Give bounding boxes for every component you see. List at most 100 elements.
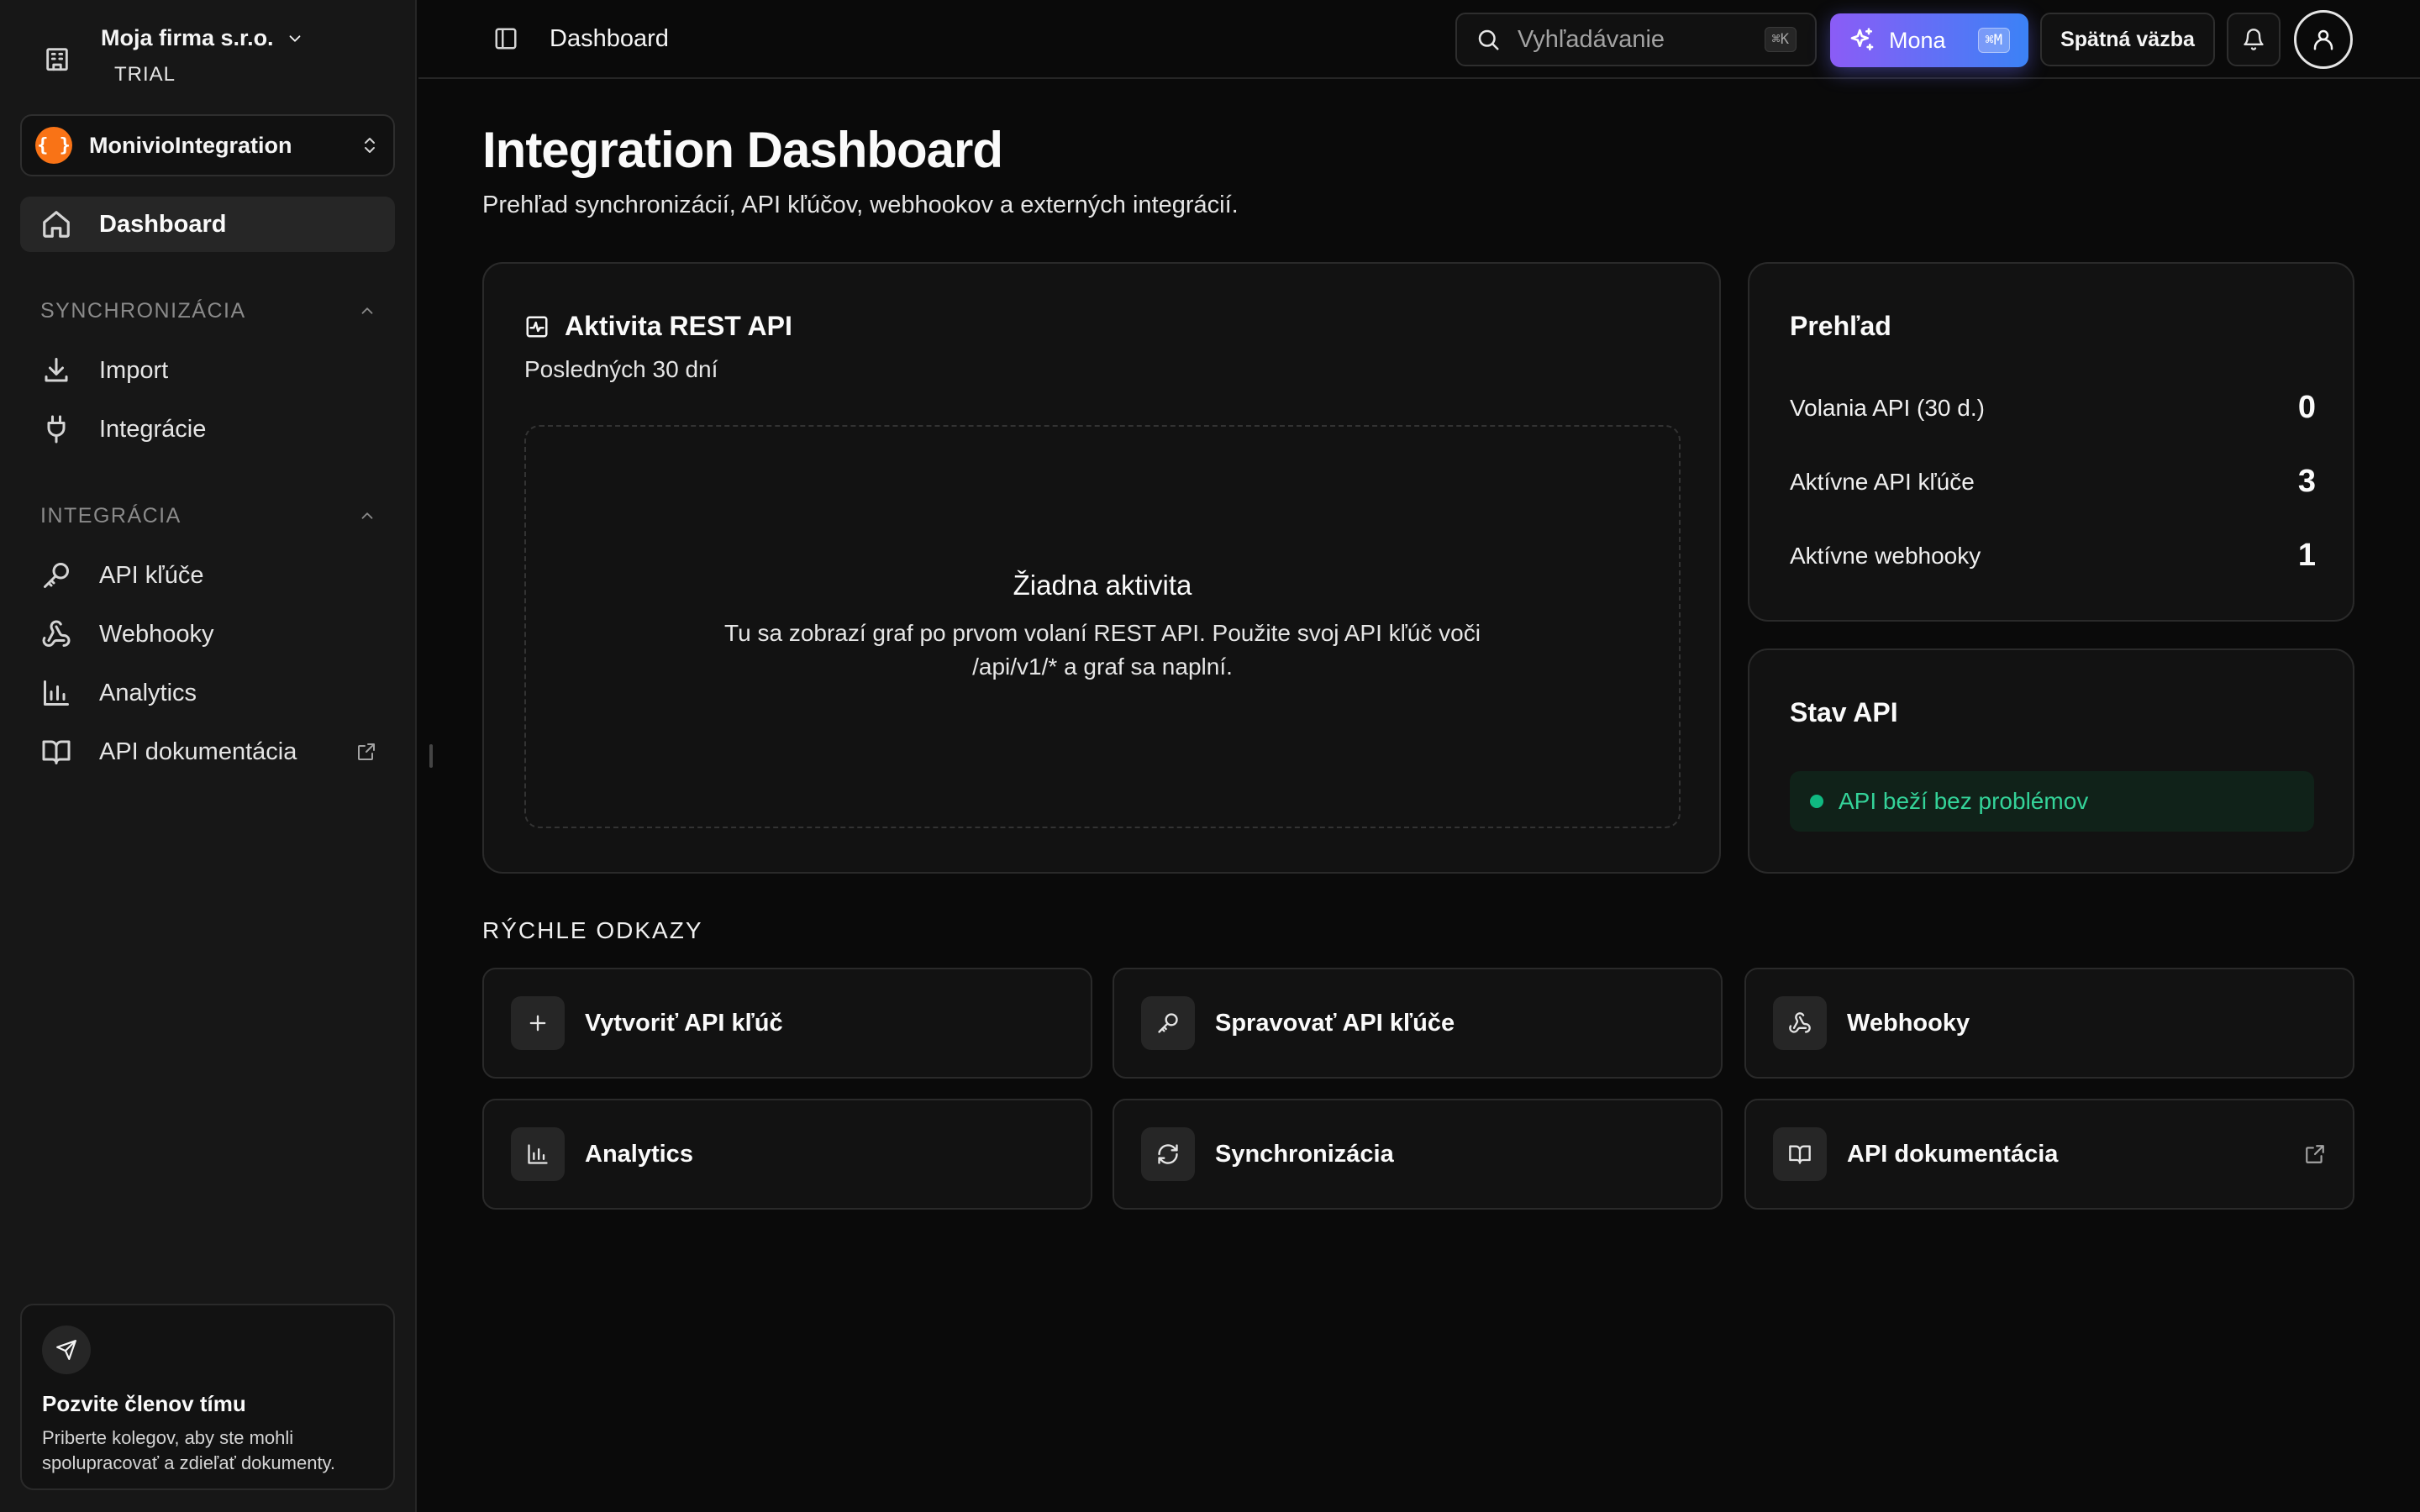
mona-ai-button[interactable]: Mona ⌘M — [1830, 13, 2028, 67]
section-title: SYNCHRONIZÁCIA — [40, 298, 246, 323]
quick-link-label: API dokumentácia — [1847, 1140, 2059, 1168]
stat-row: Aktívne API kľúče 3 — [1790, 464, 2316, 500]
quick-link-label: Synchronizácia — [1215, 1140, 1394, 1168]
overview-card: Prehľad Volania API (30 d.) 0 Aktívne AP… — [1748, 262, 2354, 622]
section-title: INTEGRÁCIA — [40, 503, 182, 528]
status-dot-icon — [1810, 795, 1823, 808]
mona-label: Mona — [1889, 27, 1946, 53]
quick-link-label: Analytics — [585, 1140, 693, 1168]
sidebar: Moja firma s.r.o. TRIAL { } MonivioInteg… — [0, 0, 417, 1512]
sidebar-resize-handle[interactable] — [429, 744, 433, 768]
feedback-button[interactable]: Spätná väzba — [2040, 13, 2215, 66]
quick-link-sync[interactable]: Synchronizácia — [1113, 1099, 1723, 1210]
plan-badge: TRIAL — [114, 63, 176, 86]
invite-title: Pozvite členov tímu — [42, 1391, 246, 1416]
project-name: MonivioIntegration — [89, 132, 292, 158]
notifications-bell-icon[interactable] — [2227, 13, 2281, 66]
card-title: Aktivita REST API — [565, 311, 792, 341]
stat-row: Aktívne webhooky 1 — [1790, 538, 2316, 574]
chevrons-up-down-icon — [360, 135, 380, 155]
building-icon — [20, 17, 94, 101]
top-bar: Dashboard Vyhľadávanie ⌘K Mona ⌘M Spätná… — [418, 0, 2420, 79]
chevron-up-icon — [358, 302, 376, 320]
quick-links-title: RÝCHLE ODKAZY — [482, 917, 703, 943]
bar-chart-icon — [511, 1127, 565, 1181]
api-status-card: Stav API API beží bez problémov — [1748, 648, 2354, 874]
sidebar-item-webhooks[interactable]: Webhooky — [20, 606, 395, 662]
external-link-icon — [356, 742, 376, 762]
sidebar-item-analytics[interactable]: Analytics — [20, 665, 395, 721]
project-selector[interactable]: { } MonivioIntegration — [20, 114, 395, 176]
bar-chart-icon — [40, 677, 72, 709]
sidebar-item-label: Import — [99, 356, 169, 384]
key-icon — [1141, 996, 1195, 1050]
stat-label: Aktívne API kľúče — [1790, 468, 1975, 495]
plug-icon — [40, 413, 72, 445]
mona-shortcut: ⌘M — [1977, 28, 2010, 53]
book-open-icon — [40, 736, 72, 768]
webhook-icon — [40, 618, 72, 650]
stat-row: Volania API (30 d.) 0 — [1790, 390, 2316, 426]
rest-api-activity-card: Aktivita REST API Posledných 30 dní Žiad… — [482, 262, 1721, 874]
quick-link-label: Spravovať API kľúče — [1215, 1009, 1455, 1037]
quick-link-label: Webhooky — [1847, 1009, 1970, 1037]
stat-value: 0 — [2297, 390, 2316, 425]
search-icon — [1476, 27, 1501, 52]
empty-state-title: Žiadna aktivita — [1013, 570, 1192, 601]
empty-state-description: Tu sa zobrazí graf po prvom volaní REST … — [724, 620, 1481, 680]
invite-description: Priberte kolegov, aby ste mohli spolupra… — [42, 1427, 336, 1473]
sidebar-item-api-docs[interactable]: API dokumentácia — [20, 724, 395, 780]
quick-link-analytics[interactable]: Analytics — [482, 1099, 1092, 1210]
book-open-icon — [1773, 1127, 1827, 1181]
search-input[interactable]: Vyhľadávanie ⌘K — [1455, 13, 1817, 66]
user-avatar-icon[interactable] — [2294, 10, 2353, 69]
invite-team-card[interactable]: Pozvite členov tímu Priberte kolegov, ab… — [20, 1304, 395, 1490]
plus-icon — [511, 996, 565, 1050]
empty-state: Žiadna aktivita Tu sa zobrazí graf po pr… — [524, 425, 1681, 828]
status-badge: API beží bez problémov — [1790, 771, 2314, 832]
search-shortcut: ⌘K — [1764, 27, 1797, 52]
download-icon — [40, 354, 72, 386]
chevron-up-icon — [358, 507, 376, 525]
card-title: Prehľad — [1790, 311, 1891, 341]
page-title: Integration Dashboard — [482, 122, 1003, 178]
quick-link-api-docs[interactable]: API dokumentácia — [1744, 1099, 2354, 1210]
project-logo: { } — [35, 127, 72, 164]
webhook-icon — [1773, 996, 1827, 1050]
stat-value: 1 — [2297, 538, 2316, 573]
sidebar-item-label: Webhooky — [99, 620, 214, 648]
send-icon — [42, 1326, 91, 1374]
org-switcher[interactable]: Moja firma s.r.o. TRIAL — [20, 17, 397, 101]
org-name: Moja firma s.r.o. — [101, 25, 274, 50]
sidebar-item-label: Integrácie — [99, 415, 207, 443]
quick-link-webhooks[interactable]: Webhooky — [1744, 968, 2354, 1079]
sidebar-item-dashboard[interactable]: Dashboard — [20, 197, 395, 252]
sidebar-item-label: Dashboard — [99, 210, 227, 238]
quick-link-label: Vytvoriť API kľúč — [585, 1009, 783, 1037]
page-subtitle: Prehľad synchronizácií, API kľúčov, webh… — [482, 192, 1239, 218]
section-header-integration[interactable]: INTEGRÁCIA — [40, 499, 376, 533]
sidebar-item-api-keys[interactable]: API kľúče — [20, 548, 395, 603]
breadcrumb: Dashboard — [550, 25, 669, 52]
stat-label: Aktívne webhooky — [1790, 542, 1981, 569]
quick-link-manage-api-keys[interactable]: Spravovať API kľúče — [1113, 968, 1723, 1079]
key-icon — [40, 559, 72, 591]
sidebar-item-label: API kľúče — [99, 561, 204, 589]
status-text: API beží bez problémov — [1839, 788, 2089, 814]
section-header-sync[interactable]: SYNCHRONIZÁCIA — [40, 294, 376, 328]
card-subtitle: Posledných 30 dní — [524, 356, 718, 382]
external-link-icon — [2304, 1143, 2326, 1165]
card-title: Stav API — [1790, 697, 1898, 727]
stat-label: Volania API (30 d.) — [1790, 394, 1985, 421]
quick-link-create-api-key[interactable]: Vytvoriť API kľúč — [482, 968, 1092, 1079]
sidebar-item-label: API dokumentácia — [99, 738, 297, 765]
sidebar-item-import[interactable]: Import — [20, 343, 395, 398]
chevron-down-icon — [286, 29, 304, 48]
stat-value: 3 — [2297, 464, 2316, 499]
home-icon — [40, 208, 72, 240]
sidebar-item-integrations[interactable]: Integrácie — [20, 402, 395, 457]
sidebar-toggle-icon[interactable] — [491, 24, 521, 54]
search-placeholder: Vyhľadávanie — [1518, 25, 1665, 53]
refresh-icon — [1141, 1127, 1195, 1181]
sparkles-icon — [1849, 27, 1876, 54]
